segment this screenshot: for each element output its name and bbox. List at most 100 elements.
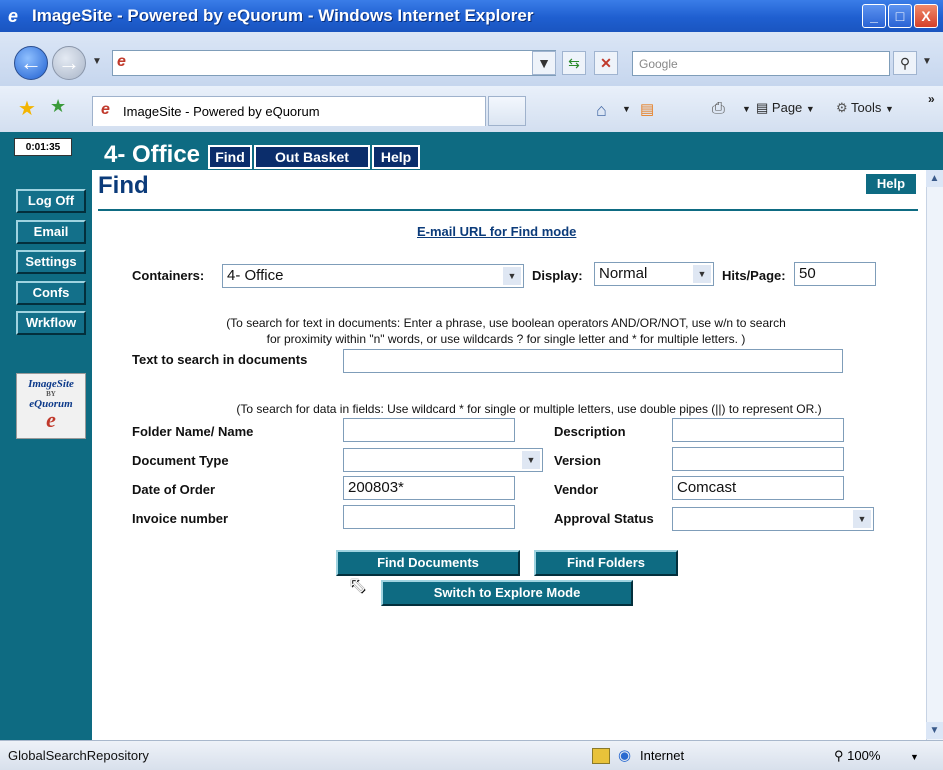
version-label: Version <box>554 453 601 468</box>
address-dropdown-icon[interactable]: ▼ <box>532 51 556 75</box>
sidebar-item-email[interactable]: Email <box>16 220 86 244</box>
tab-favicon-icon: e <box>101 101 110 118</box>
sidebar-item-wrkflow[interactable]: Wrkflow <box>16 311 86 335</box>
containers-select[interactable]: 4- Office ▼ <box>222 264 524 288</box>
sidebar-item-confs[interactable]: Confs <box>16 281 86 305</box>
ie-logo-icon: e <box>8 6 19 26</box>
vertical-scrollbar[interactable] <box>926 170 943 740</box>
print-dropdown-icon[interactable]: ▼ <box>742 104 751 114</box>
zoom-level[interactable]: ⚲ 100% <box>834 748 880 764</box>
page-menu-label: Page <box>771 100 803 115</box>
date-of-order-label: Date of Order <box>132 482 216 497</box>
refresh-icon[interactable]: ⇆ <box>562 51 586 75</box>
office-title: 4- Office <box>104 141 201 168</box>
invoice-number-label: Invoice number <box>132 511 229 526</box>
vendor-input[interactable]: Comcast <box>672 476 844 500</box>
logo-line-1: ImageSite <box>28 378 74 390</box>
tools-menu[interactable]: ⚙ Tools ▼ <box>836 100 894 116</box>
chevron-down-icon: ▼ <box>693 265 711 283</box>
maximize-button[interactable]: □ <box>888 4 912 28</box>
more-chevron-icon[interactable]: » <box>928 92 935 106</box>
session-clock: 0:01:35 <box>14 138 72 156</box>
folder-name-label: Folder Name/ Name <box>132 424 254 439</box>
new-tab-button[interactable] <box>488 96 526 126</box>
security-icon[interactable] <box>592 748 610 764</box>
folder-name-input[interactable] <box>343 418 515 442</box>
tools-gear-icon: ⚙ <box>836 100 848 115</box>
search-options-icon[interactable]: ▼ <box>922 56 932 67</box>
approval-status-label: Approval Status <box>554 511 654 526</box>
text-search-note-line-1: (To search for text in documents: Enter … <box>226 316 786 330</box>
chevron-down-icon: ▼ <box>853 510 871 528</box>
switch-explore-mode-button[interactable]: Switch to Explore Mode <box>381 580 633 606</box>
document-type-label: Document Type <box>132 453 229 468</box>
search-input[interactable]: Google <box>632 51 890 76</box>
version-input[interactable] <box>672 447 844 471</box>
divider <box>98 209 918 211</box>
page-menu[interactable]: ▤ Page ▼ <box>756 100 815 116</box>
hits-per-page-label: Hits/Page: <box>722 268 786 283</box>
text-search-input[interactable] <box>343 349 843 373</box>
description-label: Description <box>554 424 626 439</box>
history-dropdown-icon[interactable]: ▼ <box>92 56 102 67</box>
home-icon[interactable]: ⌂ <box>596 100 607 121</box>
email-url-link[interactable]: E-mail URL for Find mode <box>417 224 576 239</box>
chevron-down-icon: ▼ <box>522 451 540 469</box>
zoom-dropdown-icon[interactable]: ▼ <box>910 752 919 762</box>
globe-icon: ◉ <box>618 747 632 764</box>
date-of-order-input[interactable]: 200803* <box>343 476 515 500</box>
approval-status-select[interactable]: ▼ <box>672 507 874 531</box>
print-icon[interactable]: ⎙ <box>712 100 725 118</box>
tab-help[interactable]: Help <box>372 145 420 169</box>
sidebar-item-log-off[interactable]: Log Off <box>16 189 86 213</box>
tab-out-basket[interactable]: Out Basket <box>254 145 370 169</box>
display-value: Normal <box>599 265 648 282</box>
imagesite-logo: ImageSite BY eQuorum e <box>16 373 86 439</box>
help-button[interactable]: Help <box>866 174 916 194</box>
forward-button[interactable]: → <box>52 46 86 80</box>
find-folders-button[interactable]: Find Folders <box>534 550 678 576</box>
address-bar[interactable]: e <box>112 50 556 76</box>
page-menu-icon: ▤ <box>756 100 769 115</box>
display-label: Display: <box>532 268 583 283</box>
scroll-up-icon[interactable]: ▲ <box>926 170 943 187</box>
browser-tab[interactable]: e ImageSite - Powered by eQuorum <box>92 96 486 126</box>
tab-label: ImageSite - Powered by eQuorum <box>123 104 320 119</box>
page-dropdown-icon: ▼ <box>805 104 815 114</box>
add-favorites-icon[interactable]: ★ <box>50 96 66 117</box>
zone-label: Internet <box>640 748 685 763</box>
invoice-number-input[interactable] <box>343 505 515 529</box>
text-search-label: Text to search in documents <box>132 352 308 367</box>
containers-value: 4- Office <box>227 267 284 284</box>
scroll-down-icon[interactable]: ▼ <box>926 722 943 739</box>
tools-dropdown-icon: ▼ <box>885 104 894 114</box>
mouse-cursor-icon: ⬁ <box>348 572 367 597</box>
page-favicon-icon: e <box>117 53 126 70</box>
containers-label: Containers: <box>132 268 205 283</box>
sidebar-item-settings[interactable]: Settings <box>16 250 86 274</box>
minimize-button[interactable]: _ <box>862 4 886 28</box>
search-icon[interactable]: ⚲ <box>893 51 917 75</box>
back-button[interactable]: ← <box>14 46 48 80</box>
close-window-button[interactable]: X <box>914 4 938 28</box>
vendor-label: Vendor <box>554 482 599 497</box>
favorites-star-icon[interactable]: ★ <box>18 96 36 121</box>
display-select[interactable]: Normal ▼ <box>594 262 714 286</box>
text-search-note-line-2: for proximity within "n" words, or use w… <box>266 332 746 346</box>
tab-find[interactable]: Find <box>208 145 252 169</box>
zoom-icon: ⚲ <box>834 748 844 763</box>
document-type-select[interactable]: ▼ <box>343 448 543 472</box>
window-title: ImageSite - Powered by eQuorum - Windows… <box>32 6 534 25</box>
chevron-down-icon: ▼ <box>503 267 521 285</box>
feeds-icon[interactable]: ▤ <box>640 100 654 118</box>
window-title-bar: e ImageSite - Powered by eQuorum - Windo… <box>0 0 943 32</box>
logo-line-2: BY <box>46 390 56 398</box>
home-dropdown-icon[interactable]: ▼ <box>622 104 631 114</box>
hits-per-page-input[interactable]: 50 <box>794 262 876 286</box>
zoom-value: 100% <box>847 748 881 763</box>
logo-e-icon: e <box>46 407 56 432</box>
status-text: GlobalSearchRepository <box>8 748 149 763</box>
tools-menu-label: Tools <box>851 100 882 115</box>
description-input[interactable] <box>672 418 844 442</box>
stop-icon[interactable]: ✕ <box>594 51 618 75</box>
